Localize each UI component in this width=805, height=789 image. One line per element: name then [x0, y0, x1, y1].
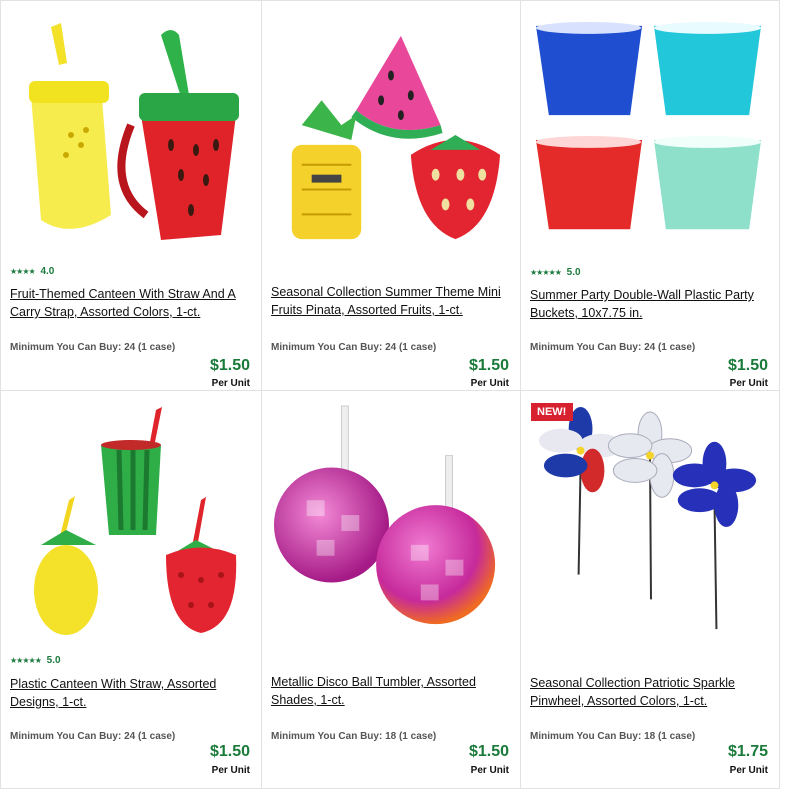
product-title-link[interactable]: Plastic Canteen With Straw, Assorted Des…: [10, 675, 249, 711]
rating-value: 4.0: [40, 266, 55, 277]
price: $1.50: [209, 357, 250, 374]
product-image[interactable]: [531, 15, 769, 255]
pinwheel-image: [538, 406, 757, 630]
min-buy-text: Minimum You Can Buy: 24 (1 case): [10, 342, 176, 353]
min-buy-text: Minimum You Can Buy: 24 (1 case): [530, 342, 696, 353]
per-unit-label: Per Unit: [470, 378, 509, 389]
per-unit-label: Per Unit: [470, 765, 509, 776]
product-card[interactable]: Metallic Disco Ball Tumbler, Assorted Sh…: [262, 391, 521, 789]
fruit-pinata-image: [291, 35, 501, 240]
grid-filler: [780, 0, 805, 391]
min-buy-text: Minimum You Can Buy: 18 (1 case): [530, 731, 696, 742]
product-image[interactable]: [531, 405, 769, 645]
product-title-link[interactable]: Metallic Disco Ball Tumbler, Assorted Sh…: [271, 673, 508, 709]
rating: ★★★★ 4.0: [10, 266, 54, 277]
rating-value: 5.0: [566, 267, 581, 278]
per-unit-label: Per Unit: [729, 765, 768, 776]
product-image[interactable]: [11, 405, 251, 645]
min-buy-text: Minimum You Can Buy: 18 (1 case): [271, 731, 437, 742]
price: $1.50: [209, 743, 250, 760]
rating: ★★★★★ 5.0: [10, 655, 61, 666]
price: $1.50: [727, 357, 768, 374]
product-card[interactable]: NEW! Seasonal Collection Patriotic Spark…: [521, 391, 780, 789]
plastic-canteen-image: [34, 407, 237, 635]
rating: ★★★★★ 5.0: [530, 267, 581, 278]
grid-filler: [780, 391, 805, 789]
min-buy-text: Minimum You Can Buy: 24 (1 case): [10, 731, 176, 742]
rating-stars: ★★★★★: [530, 268, 562, 277]
price: $1.75: [727, 743, 768, 760]
fruit-canteens-image: [29, 23, 239, 240]
per-unit-label: Per Unit: [211, 378, 250, 389]
product-title-link[interactable]: Summer Party Double-Wall Plastic Party B…: [530, 286, 767, 322]
per-unit-label: Per Unit: [211, 765, 250, 776]
product-image[interactable]: [272, 15, 510, 255]
per-unit-label: Per Unit: [729, 378, 768, 389]
product-image[interactable]: [272, 405, 510, 645]
min-buy-text: Minimum You Can Buy: 24 (1 case): [271, 342, 437, 353]
product-card[interactable]: ★★★★★ 5.0 Plastic Canteen With Straw, As…: [0, 391, 262, 789]
disco-tumbler-image: [273, 405, 496, 625]
product-title-link[interactable]: Fruit-Themed Canteen With Straw And A Ca…: [10, 285, 249, 321]
price: $1.50: [468, 743, 509, 760]
product-card[interactable]: ★★★★ 4.0 Fruit-Themed Canteen With Straw…: [0, 0, 262, 391]
product-image[interactable]: [11, 15, 251, 255]
new-badge: NEW!: [531, 403, 574, 421]
product-title-link[interactable]: Seasonal Collection Summer Theme Mini Fr…: [271, 283, 508, 319]
rating-value: 5.0: [46, 655, 61, 666]
product-card[interactable]: Seasonal Collection Summer Theme Mini Fr…: [262, 0, 521, 391]
price: $1.50: [468, 357, 509, 374]
product-grid: ★★★★ 4.0 Fruit-Themed Canteen With Straw…: [0, 0, 805, 789]
product-card[interactable]: ★★★★★ 5.0 Summer Party Double-Wall Plast…: [521, 0, 780, 391]
rating-stars: ★★★★: [10, 267, 36, 276]
product-title-link[interactable]: Seasonal Collection Patriotic Sparkle Pi…: [530, 674, 767, 710]
party-buckets-image: [535, 21, 762, 230]
rating-stars: ★★★★★: [10, 656, 42, 665]
